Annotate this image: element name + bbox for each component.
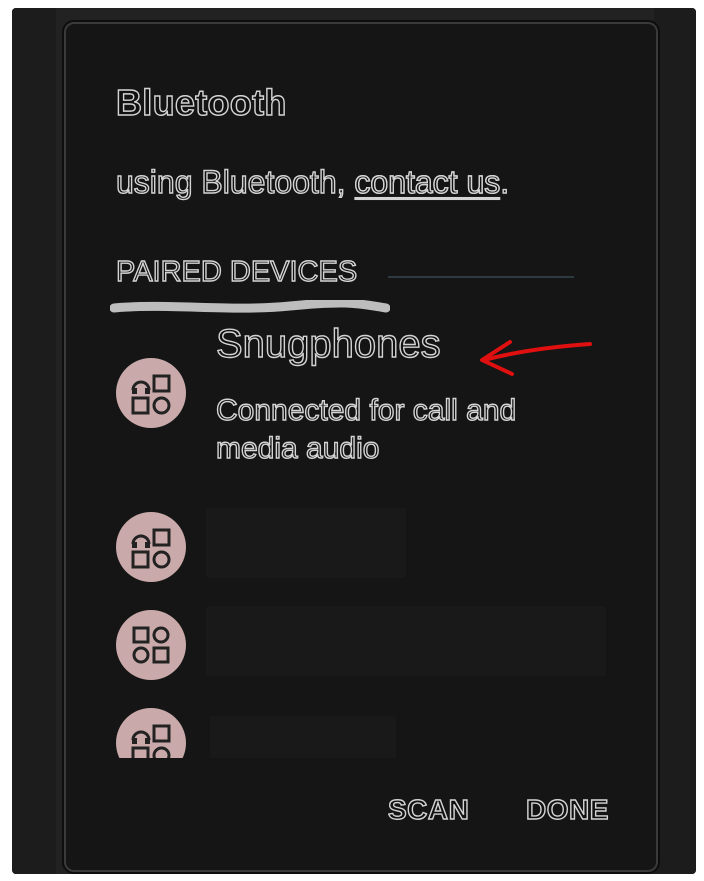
done-button[interactable]: DONE	[525, 793, 609, 826]
dialog-subtitle: using Bluetooth, contact us.	[115, 163, 510, 201]
section-divider	[388, 276, 574, 278]
dialog-title: Bluetooth	[115, 81, 287, 123]
subtitle-suffix: .	[500, 163, 510, 200]
generic-device-icon	[132, 626, 170, 664]
screenshot-frame: Bluetooth using Bluetooth, contact us. P…	[12, 8, 696, 874]
background-left	[12, 8, 56, 874]
redacted-device-3[interactable]	[206, 606, 606, 676]
redacted-device-2[interactable]	[206, 508, 406, 578]
device-icon-2[interactable]	[116, 512, 186, 582]
bluetooth-dialog: Bluetooth using Bluetooth, contact us. P…	[64, 22, 658, 872]
scan-button[interactable]: SCAN	[387, 793, 469, 826]
redacted-device-4[interactable]	[210, 716, 396, 762]
list-clip	[66, 758, 656, 788]
background-right	[654, 8, 696, 874]
contact-us-link[interactable]: contact us	[354, 163, 501, 200]
highlight-annotation	[110, 300, 390, 313]
headset-icon	[131, 528, 171, 569]
subtitle-text: using Bluetooth,	[115, 163, 355, 200]
headset-icon	[131, 374, 171, 415]
paired-devices-header: PAIRED DEVICES	[115, 255, 358, 288]
device-icon-3[interactable]	[116, 610, 186, 680]
red-arrow-annotation	[480, 340, 592, 376]
device-name-1[interactable]: Snugphones	[215, 321, 441, 367]
device-icon-1[interactable]	[116, 358, 186, 428]
device-status-1: Connected for call and media audio	[215, 393, 517, 465]
